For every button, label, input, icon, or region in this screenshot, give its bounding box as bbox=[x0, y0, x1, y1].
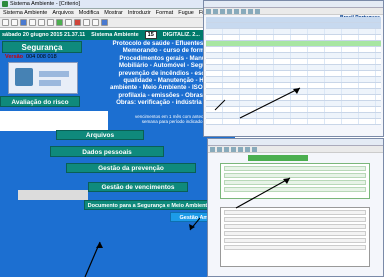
callout-arrows bbox=[84, 87, 301, 277]
